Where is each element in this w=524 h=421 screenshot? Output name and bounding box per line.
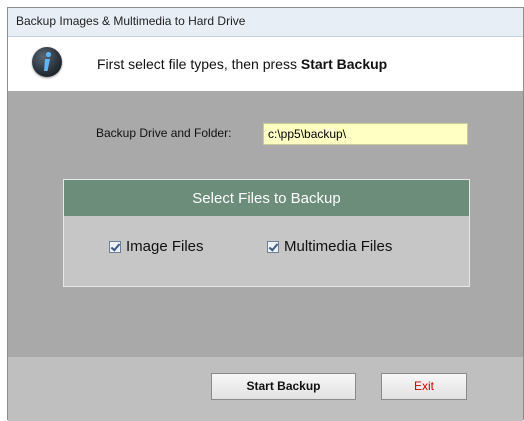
instruction-prefix: First select file types, then press xyxy=(97,56,301,72)
backup-dialog: Backup Images & Multimedia to Hard Drive… xyxy=(7,7,524,421)
file-type-box-header: Select Files to Backup xyxy=(64,180,469,216)
info-icon xyxy=(32,47,62,77)
image-files-label: Image Files xyxy=(126,238,204,255)
window-title: Backup Images & Multimedia to Hard Drive xyxy=(16,14,246,28)
multimedia-files-label: Multimedia Files xyxy=(284,238,393,255)
backup-folder-input[interactable] xyxy=(263,123,468,145)
instruction-emphasis: Start Backup xyxy=(300,56,388,72)
button-bar: Start Backup Exit xyxy=(8,357,523,421)
title-bar[interactable]: Backup Images & Multimedia to Hard Drive xyxy=(8,8,523,37)
exit-button[interactable]: Exit xyxy=(381,373,467,400)
image-files-option[interactable]: Image Files xyxy=(109,238,204,255)
instruction-header: First select file types, then press Star… xyxy=(8,37,523,91)
file-type-box: Select Files to Backup Image Files Multi… xyxy=(63,179,470,287)
start-backup-button[interactable]: Start Backup xyxy=(211,373,356,400)
folder-label: Backup Drive and Folder: xyxy=(96,126,232,140)
multimedia-files-option[interactable]: Multimedia Files xyxy=(267,238,392,255)
image-files-checkbox[interactable] xyxy=(109,240,121,253)
file-type-box-title: Select Files to Backup xyxy=(192,190,341,207)
multimedia-files-checkbox[interactable] xyxy=(267,240,279,253)
instruction-text: First select file types, then press Star… xyxy=(97,56,387,72)
